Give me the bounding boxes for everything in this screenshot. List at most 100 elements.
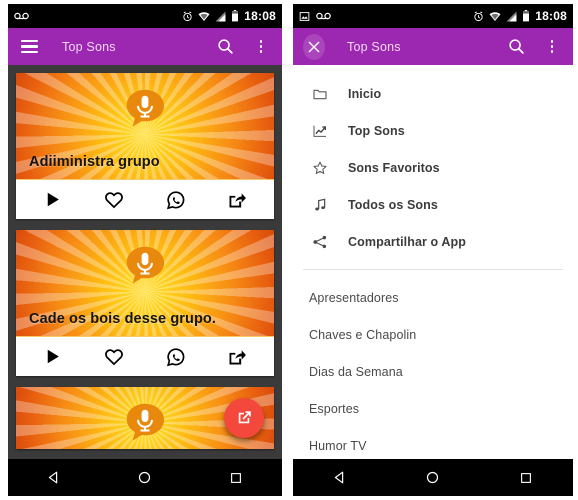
sound-card[interactable]: Cade os bois desse grupo. — [16, 230, 274, 376]
search-icon — [508, 39, 524, 54]
overflow-menu-icon — [259, 40, 263, 53]
drawer-item-label: Compartilhar o App — [348, 234, 467, 249]
nav-back-button[interactable] — [320, 466, 360, 490]
open-in-new-fab[interactable] — [224, 398, 264, 438]
nav-home-button[interactable] — [125, 466, 165, 490]
right-screen: 18:08 Top Sons Inicio Top Sons Sons Favo… — [293, 4, 573, 496]
status-bar-clock: 18:08 — [244, 9, 276, 23]
drawer-item-label: Top Sons — [348, 123, 405, 138]
search-icon — [217, 39, 233, 54]
favorite-button[interactable] — [97, 342, 131, 372]
recents-square-icon — [521, 472, 532, 483]
share-icon — [229, 192, 247, 207]
whatsapp-button[interactable] — [159, 185, 193, 215]
overflow-menu-button[interactable] — [250, 36, 272, 58]
phone-screen-drawer: 18:08 Top Sons Inicio Top Sons Sons Favo… — [289, 0, 578, 500]
heart-icon — [105, 348, 124, 365]
status-bar-left-icons — [14, 11, 29, 21]
sound-card[interactable]: Adiiministra grupo — [16, 73, 274, 219]
nav-back-button[interactable] — [34, 466, 74, 490]
play-icon — [48, 192, 60, 207]
drawer-item-label: Inicio — [348, 86, 382, 101]
sound-card-actions — [16, 336, 274, 376]
voicemail-icon — [14, 12, 29, 20]
sound-card-artwork: Cade os bois desse grupo. — [16, 230, 274, 336]
sound-title: Cade os bois desse grupo. — [29, 311, 217, 327]
drawer-item-top-sons[interactable]: Top Sons — [293, 112, 573, 149]
sound-card-artwork: Adiiministra grupo — [16, 73, 274, 179]
drawer-item-sons-favoritos[interactable]: Sons Favoritos — [293, 149, 573, 186]
phone-screen-list: 18:08 Top Sons Adiiministra grupo Cade o… — [0, 0, 289, 500]
drawer-divider — [303, 269, 563, 270]
share-nodes-icon — [309, 231, 331, 253]
alarm-icon — [474, 11, 483, 21]
drawer-category-label: Chaves e Chapolin — [309, 327, 417, 342]
search-button[interactable] — [214, 36, 236, 58]
sound-title: Adiiministra grupo — [29, 154, 160, 170]
favorite-button[interactable] — [97, 185, 131, 215]
trending-up-icon — [309, 120, 331, 142]
microphone-bubble-icon — [126, 89, 165, 127]
close-icon — [308, 41, 320, 52]
drawer-category-label: Apresentadores — [309, 290, 399, 305]
image-icon — [299, 11, 310, 21]
drawer-category-label: Esportes — [309, 401, 360, 416]
alarm-icon — [183, 11, 192, 21]
wifi-icon — [489, 11, 501, 21]
heart-icon — [105, 191, 124, 208]
whatsapp-icon — [166, 190, 185, 209]
drawer-item-compartilhar-o-app[interactable]: Compartilhar o App — [293, 223, 573, 260]
screenshot-root: 18:08 Top Sons Adiiministra grupo Cade o… — [0, 0, 578, 500]
close-drawer-button[interactable] — [303, 33, 325, 60]
status-bar-clock: 18:08 — [535, 9, 567, 23]
star-outline-icon — [309, 157, 331, 179]
drawer-item-chaves-e-chapolin[interactable]: Chaves e Chapolin — [293, 316, 573, 353]
drawer-item-apresentadores[interactable]: Apresentadores — [293, 279, 573, 316]
folder-icon — [309, 83, 331, 105]
left-screen: 18:08 Top Sons Adiiministra grupo Cade o… — [8, 4, 282, 496]
back-triangle-icon — [335, 471, 344, 484]
status-bar-left: 18:08 — [8, 4, 282, 28]
app-bar-title: Top Sons — [62, 39, 116, 54]
drawer-item-label: Sons Favoritos — [348, 160, 440, 175]
back-triangle-icon — [49, 471, 58, 484]
search-button[interactable] — [505, 36, 527, 58]
hamburger-icon — [20, 40, 38, 53]
close-ripple — [303, 33, 325, 60]
status-bar-right-icons: 18:08 — [182, 9, 276, 23]
nav-home-button[interactable] — [413, 466, 453, 490]
drawer-category-label: Humor TV — [309, 438, 367, 453]
whatsapp-icon — [166, 347, 185, 366]
play-button[interactable] — [36, 342, 70, 372]
overflow-menu-icon — [550, 40, 554, 53]
android-nav-bar-left — [8, 459, 282, 496]
share-icon — [229, 349, 247, 364]
battery-icon — [232, 10, 239, 22]
drawer-category-label: Dias da Semana — [309, 364, 403, 379]
open-in-new-icon — [238, 411, 251, 424]
share-button[interactable] — [220, 342, 254, 372]
music-note-icon — [309, 194, 331, 216]
app-bar-title: Top Sons — [347, 39, 401, 54]
wifi-icon — [198, 11, 210, 21]
drawer-item-esportes[interactable]: Esportes — [293, 390, 573, 427]
overflow-menu-button[interactable] — [541, 36, 563, 58]
share-button[interactable] — [220, 185, 254, 215]
play-button[interactable] — [36, 185, 70, 215]
home-circle-icon — [427, 471, 439, 484]
nav-recents-button[interactable] — [506, 466, 546, 490]
nav-recents-button[interactable] — [216, 466, 256, 490]
sound-card-actions — [16, 179, 274, 219]
drawer-item-inicio[interactable]: Inicio — [293, 75, 573, 112]
hamburger-menu-button[interactable] — [18, 36, 40, 58]
signal-icon — [506, 11, 517, 21]
signal-icon — [215, 11, 226, 21]
drawer-item-todos-os-sons[interactable]: Todos os Sons — [293, 186, 573, 223]
navigation-drawer: Inicio Top Sons Sons Favoritos Todos os … — [293, 65, 573, 496]
play-icon — [48, 349, 60, 364]
drawer-item-dias-da-semana[interactable]: Dias da Semana — [293, 353, 573, 390]
status-bar-right-icons: 18:08 — [473, 9, 567, 23]
whatsapp-button[interactable] — [159, 342, 193, 372]
recents-square-icon — [231, 472, 242, 483]
app-bar-right: Top Sons — [293, 28, 573, 65]
